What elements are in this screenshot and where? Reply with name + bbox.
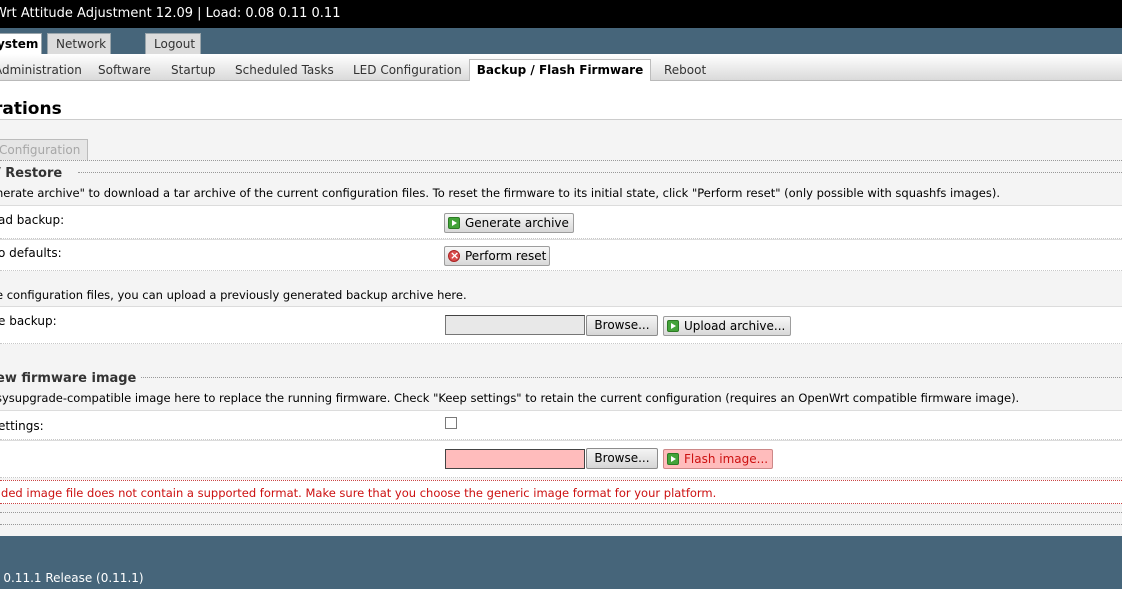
upload-archive-button[interactable]: Upload archive... (663, 316, 791, 336)
flash-section-legend: ew firmware image (0, 371, 141, 386)
flash-image-label: Flash image... (684, 452, 769, 466)
header-bar: Wrt Attitude Adjustment 12.09 | Load: 0.… (0, 0, 1122, 28)
subnav-administration[interactable]: Administration (0, 63, 82, 77)
generate-archive-button[interactable]: Generate archive (444, 213, 574, 233)
backup-section-legend: / Restore (0, 166, 67, 181)
section-divider (0, 524, 1122, 525)
restore-backup-row: e backup: Browse... Upload archive... (0, 306, 1122, 344)
cancel-icon (448, 247, 460, 265)
footer: I 0.11.1 Release (0.11.1) (0, 536, 1122, 589)
subnav-reboot[interactable]: Reboot (664, 63, 706, 77)
subnav-software[interactable]: Software (98, 63, 151, 77)
flash-image-button[interactable]: Flash image... (663, 449, 773, 469)
error-message-row: aded image file does not contain a suppo… (0, 480, 1122, 504)
backup-description: nerate archive" to download a tar archiv… (0, 186, 1000, 200)
legend-rule (78, 172, 1122, 173)
download-backup-row: ad backup: Generate archive (0, 205, 1122, 239)
tab-logout[interactable]: Logout (145, 33, 201, 54)
keep-settings-label: ettings: (0, 419, 44, 433)
subnav-backup-flash-firmware[interactable]: Backup / Flash Firmware (469, 59, 651, 81)
generate-archive-label: Generate archive (465, 216, 569, 230)
restore-backup-label: e backup: (0, 314, 57, 328)
restore-description: e configuration files, you can upload a … (0, 288, 467, 302)
play-icon (667, 453, 679, 465)
error-message: aded image file does not contain a suppo… (0, 486, 717, 500)
tab-configuration[interactable]: Configuration (0, 139, 88, 160)
perform-reset-label: Perform reset (465, 249, 547, 263)
play-icon (667, 320, 679, 332)
keep-settings-row: ettings: (0, 410, 1122, 440)
subnav-led-configuration[interactable]: LED Configuration (353, 63, 462, 77)
play-icon (448, 217, 460, 229)
section-divider (0, 512, 1122, 513)
subnav-scheduled-tasks[interactable]: Scheduled Tasks (235, 63, 334, 77)
sub-nav: Administration Software Startup Schedule… (0, 54, 1122, 81)
firmware-file-input[interactable] (445, 449, 585, 469)
tab-network[interactable]: Network (47, 33, 111, 54)
download-backup-label: ad backup: (0, 213, 65, 227)
keep-settings-checkbox[interactable] (445, 417, 457, 429)
image-file-row: Browse... Flash image... (0, 440, 1122, 478)
subnav-startup[interactable]: Startup (171, 63, 216, 77)
top-nav: ystem Network Logout (0, 28, 1122, 54)
perform-reset-button[interactable]: Perform reset (444, 246, 550, 266)
header-title: Wrt Attitude Adjustment 12.09 | Load: 0.… (0, 6, 341, 21)
firmware-browse-button[interactable]: Browse... (586, 448, 658, 469)
restore-browse-button[interactable]: Browse... (586, 315, 658, 336)
flash-description: sysupgrade-compatible image here to repl… (0, 391, 1020, 405)
reset-defaults-row: o defaults: Perform reset (0, 239, 1122, 271)
reset-defaults-label: o defaults: (0, 246, 62, 260)
tab-system[interactable]: ystem (0, 33, 42, 54)
footer-text: I 0.11.1 Release (0.11.1) (0, 571, 144, 585)
restore-file-input[interactable] (445, 315, 585, 335)
upload-archive-label: Upload archive... (684, 319, 786, 333)
